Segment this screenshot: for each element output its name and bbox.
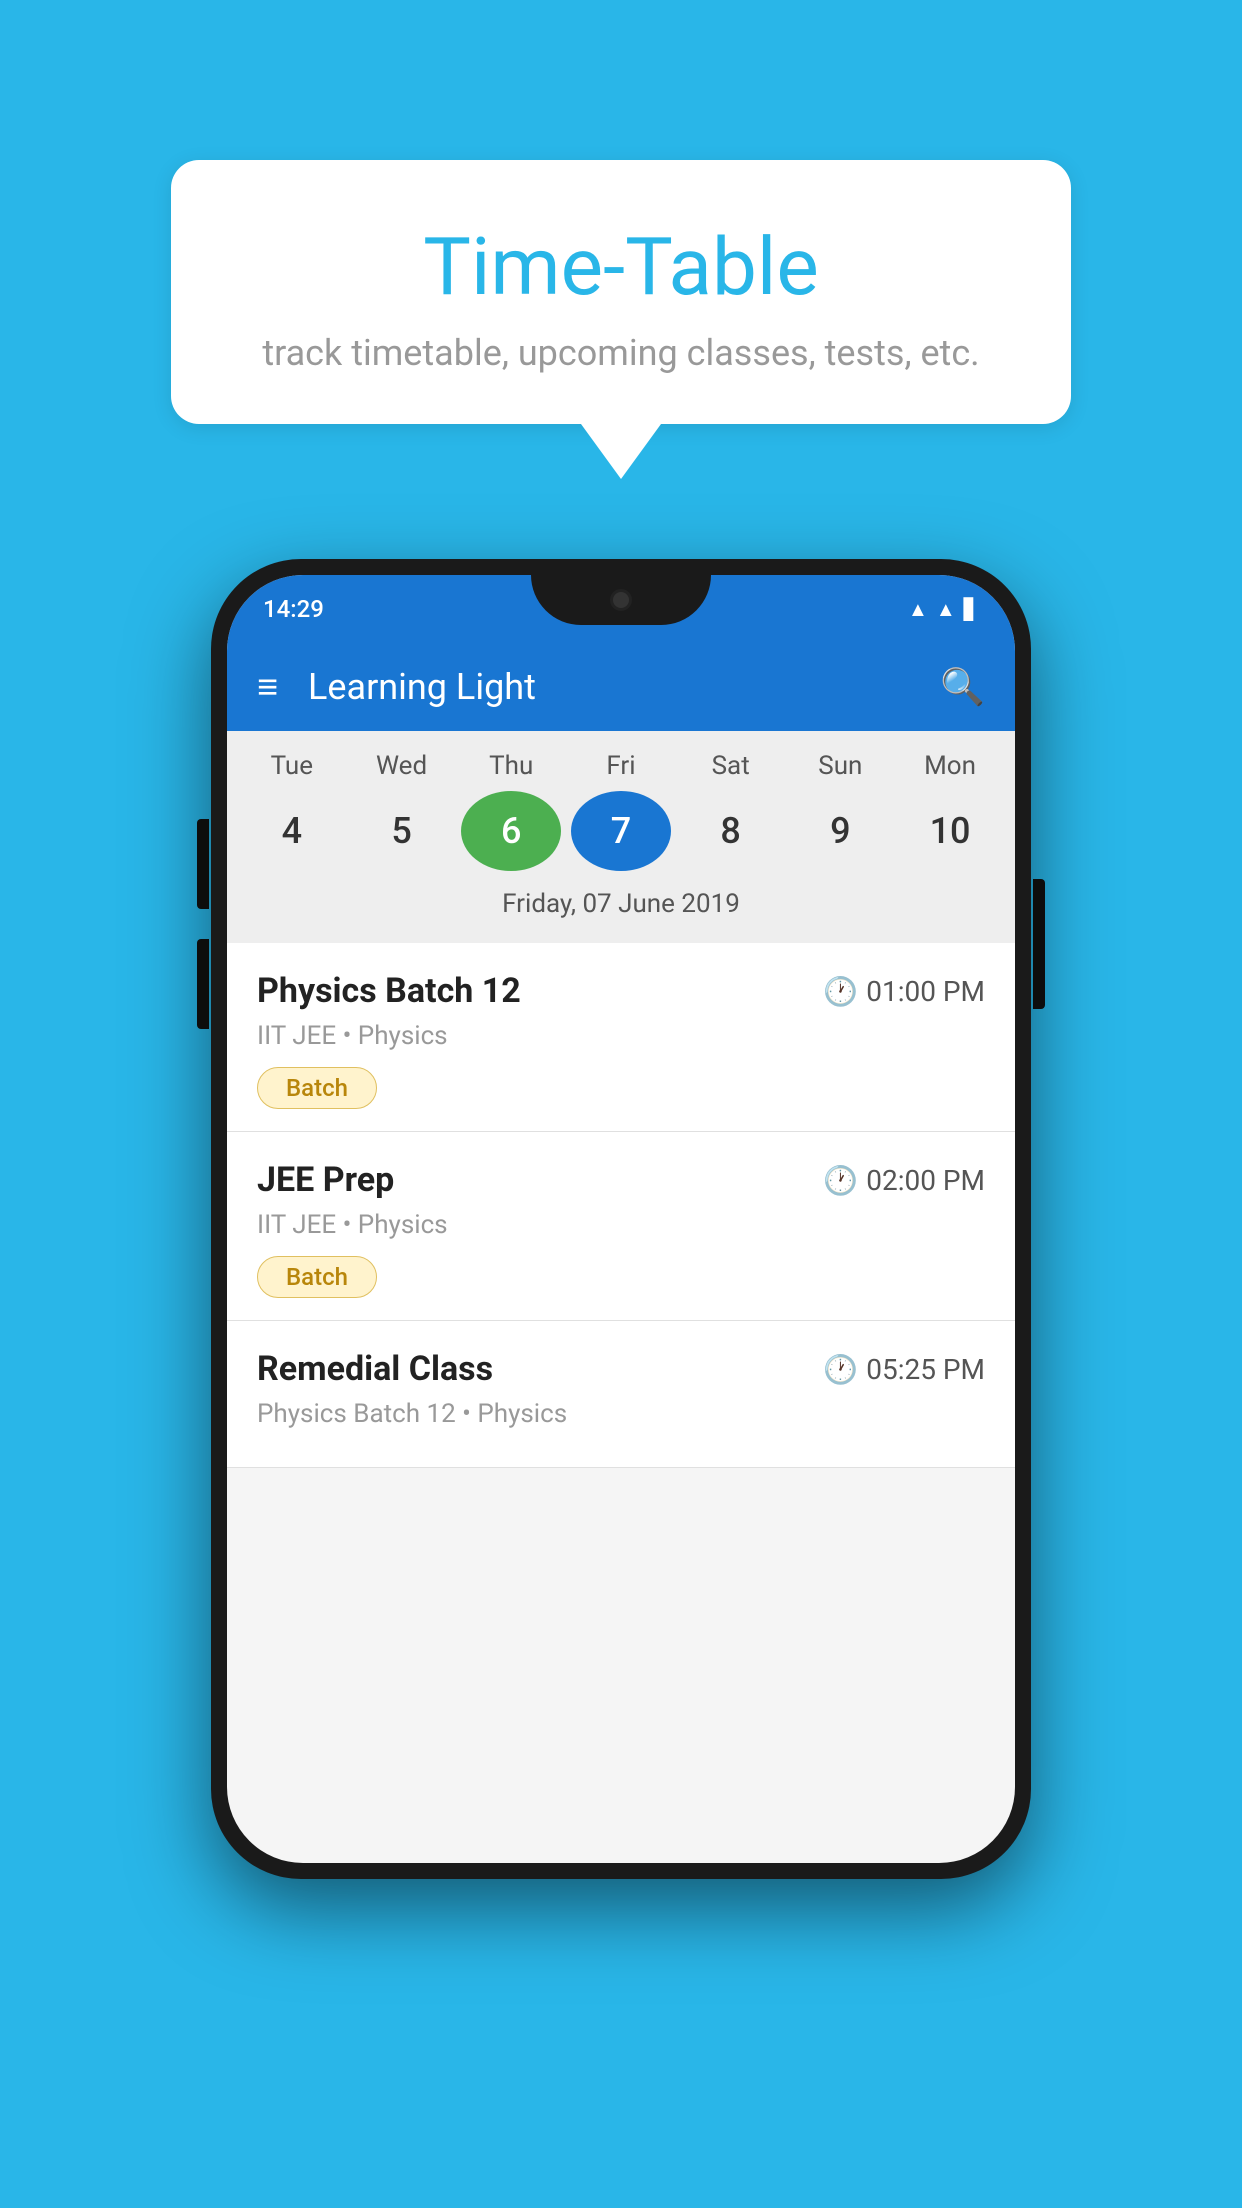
hamburger-icon[interactable]: ≡ (257, 669, 278, 705)
clock-icon-1: 🕐 (823, 975, 858, 1008)
schedule-item-time-2: 🕐 02:00 PM (823, 1164, 985, 1197)
calendar-strip: Tue Wed Thu Fri Sat Sun Mon 4 5 6 7 8 9 … (227, 731, 1015, 943)
clock-icon-3: 🕐 (823, 1353, 858, 1386)
day-header-sun: Sun (790, 751, 890, 781)
speech-bubble: Time-Table track timetable, upcoming cla… (171, 160, 1071, 424)
day-numbers: 4 5 6 7 8 9 10 (237, 791, 1005, 871)
front-camera (610, 589, 632, 611)
selected-date-label: Friday, 07 June 2019 (237, 881, 1005, 933)
app-bar: ≡ Learning Light 🔍 (227, 643, 1015, 731)
schedule-item-sub-1: IIT JEE • Physics (257, 1021, 985, 1051)
schedule-item-header-3: Remedial Class 🕐 05:25 PM (257, 1349, 985, 1389)
status-bar: 14:29 ▲ ▲ ▋ (227, 575, 1015, 643)
day-9[interactable]: 9 (790, 791, 890, 871)
schedule-item-sub-2: IIT JEE • Physics (257, 1210, 985, 1240)
day-header-fri: Fri (571, 751, 671, 781)
phone-mockup: 14:29 ▲ ▲ ▋ ≡ Learning Light 🔍 Tue Wed T… (211, 559, 1031, 1879)
day-7-selected[interactable]: 7 (571, 791, 671, 871)
clock-icon-2: 🕐 (823, 1164, 858, 1197)
schedule-item-jee-prep[interactable]: JEE Prep 🕐 02:00 PM IIT JEE • Physics Ba… (227, 1132, 1015, 1321)
speech-bubble-container: Time-Table track timetable, upcoming cla… (171, 160, 1071, 479)
phone-volume-down-button (197, 939, 209, 1029)
search-icon[interactable]: 🔍 (940, 666, 985, 708)
speech-bubble-subtitle: track timetable, upcoming classes, tests… (221, 332, 1021, 374)
day-8[interactable]: 8 (681, 791, 781, 871)
wifi-icon: ▲ (908, 597, 928, 622)
schedule-item-header-2: JEE Prep 🕐 02:00 PM (257, 1160, 985, 1200)
batch-badge-1: Batch (257, 1067, 377, 1109)
day-4[interactable]: 4 (242, 791, 342, 871)
day-header-tue: Tue (242, 751, 342, 781)
schedule-item-time-3: 🕐 05:25 PM (823, 1353, 985, 1386)
battery-icon: ▋ (964, 597, 979, 621)
schedule-time-value-1: 01:00 PM (866, 975, 985, 1008)
day-10[interactable]: 10 (900, 791, 1000, 871)
signal-icon: ▲ (936, 597, 956, 622)
schedule-time-value-3: 05:25 PM (866, 1353, 985, 1386)
schedule-item-sub-3: Physics Batch 12 • Physics (257, 1399, 985, 1429)
phone-volume-up-button (197, 819, 209, 909)
phone-notch (531, 575, 711, 625)
speech-bubble-title: Time-Table (221, 220, 1021, 314)
schedule-item-title-3: Remedial Class (257, 1349, 493, 1389)
phone-screen: 14:29 ▲ ▲ ▋ ≡ Learning Light 🔍 Tue Wed T… (227, 575, 1015, 1863)
status-icons: ▲ ▲ ▋ (908, 597, 979, 622)
day-5[interactable]: 5 (352, 791, 452, 871)
day-header-thu: Thu (461, 751, 561, 781)
day-header-sat: Sat (681, 751, 781, 781)
schedule-item-title-1: Physics Batch 12 (257, 971, 521, 1011)
day-headers: Tue Wed Thu Fri Sat Sun Mon (237, 751, 1005, 781)
schedule-time-value-2: 02:00 PM (866, 1164, 985, 1197)
schedule-item-title-2: JEE Prep (257, 1160, 394, 1200)
day-6-today[interactable]: 6 (461, 791, 561, 871)
batch-badge-2: Batch (257, 1256, 377, 1298)
app-bar-title: Learning Light (308, 666, 910, 708)
schedule-item-physics-batch[interactable]: Physics Batch 12 🕐 01:00 PM IIT JEE • Ph… (227, 943, 1015, 1132)
schedule-item-time-1: 🕐 01:00 PM (823, 975, 985, 1008)
speech-bubble-tail (581, 424, 661, 479)
status-time: 14:29 (263, 595, 324, 623)
schedule-item-remedial[interactable]: Remedial Class 🕐 05:25 PM Physics Batch … (227, 1321, 1015, 1468)
day-header-wed: Wed (352, 751, 452, 781)
schedule-item-header-1: Physics Batch 12 🕐 01:00 PM (257, 971, 985, 1011)
phone-power-button (1033, 879, 1045, 1009)
day-header-mon: Mon (900, 751, 1000, 781)
schedule-list: Physics Batch 12 🕐 01:00 PM IIT JEE • Ph… (227, 943, 1015, 1468)
